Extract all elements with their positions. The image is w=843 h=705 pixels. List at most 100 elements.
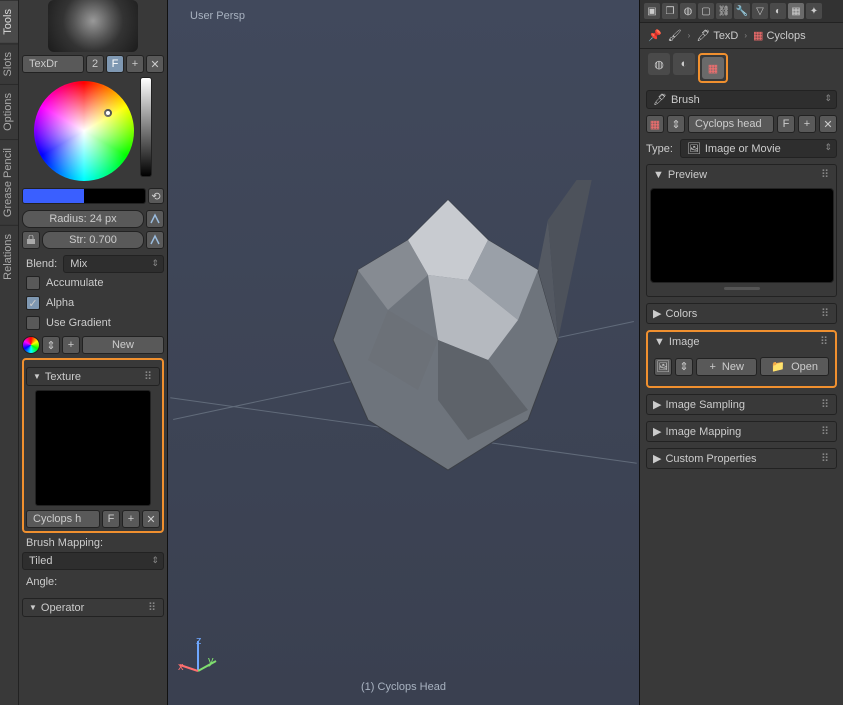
strength-pressure-toggle[interactable] xyxy=(146,231,164,249)
context-brush-icon[interactable]: ▦ xyxy=(702,57,724,79)
mesh-object[interactable] xyxy=(288,180,608,500)
breadcrumb-texd[interactable]: 🖊TexD xyxy=(696,29,738,42)
blend-dropdown[interactable]: Mix xyxy=(63,255,164,273)
brush-add-button[interactable]: + xyxy=(126,55,144,73)
layers-tab-icon[interactable]: ❐ xyxy=(662,3,678,19)
value-slider[interactable] xyxy=(140,77,152,177)
breadcrumb-brush-icon[interactable]: 🖌 xyxy=(668,29,682,42)
texture-section-highlight: ▼ Texture ⠿ Cyclops h F + ✕ xyxy=(22,358,164,533)
accumulate-label: Accumulate xyxy=(46,277,103,289)
3d-viewport[interactable]: User Persp zyx (1) Cyclops Head xyxy=(167,0,640,705)
texture-unlink-button[interactable]: ✕ xyxy=(819,115,837,133)
vtab-options[interactable]: Options xyxy=(0,84,18,139)
context-world-icon[interactable]: ◍ xyxy=(648,53,670,75)
colors-panel-header[interactable]: ▶Colors⠿ xyxy=(647,304,836,323)
radius-pressure-toggle[interactable] xyxy=(146,210,164,228)
particles-tab-icon[interactable]: ✦ xyxy=(806,3,822,19)
palette-add-button[interactable]: + xyxy=(62,336,80,354)
brush-mapping-dropdown[interactable]: Tiled xyxy=(22,552,164,570)
texture-tab-icon[interactable]: ▦ xyxy=(788,3,804,19)
texture-context-highlight: ▦ xyxy=(698,53,728,83)
material-tab-icon[interactable]: ◐ xyxy=(770,3,786,19)
texture-fake-user-toggle[interactable]: F xyxy=(102,510,120,528)
grip-icon[interactable]: ⠿ xyxy=(148,601,157,614)
brush-mapping-label: Brush Mapping: xyxy=(22,533,164,549)
grip-icon[interactable]: ⠿ xyxy=(144,370,153,383)
accumulate-checkbox[interactable] xyxy=(26,276,40,290)
viewport-object-name: (1) Cyclops Head xyxy=(168,681,639,693)
texture-name-field[interactable]: Cyclops h xyxy=(26,510,100,528)
custom-properties-panel-header[interactable]: ▶Custom Properties⠿ xyxy=(647,449,836,468)
blend-label: Blend: xyxy=(22,258,61,270)
tool-tabs: Tools Slots Options Grease Pencil Relati… xyxy=(0,0,19,705)
texture-panel-header[interactable]: ▼ Texture ⠿ xyxy=(26,367,160,386)
image-icon: 🖼 xyxy=(687,142,701,155)
texture-name-input[interactable]: Cyclops head xyxy=(688,115,774,133)
vtab-grease-pencil[interactable]: Grease Pencil xyxy=(0,139,18,225)
object-tab-icon[interactable]: ▢ xyxy=(698,3,714,19)
use-gradient-label: Use Gradient xyxy=(46,317,111,329)
texture-remove-button[interactable]: ✕ xyxy=(142,510,160,528)
brush-users-count[interactable]: 2 xyxy=(86,55,104,73)
vtab-slots[interactable]: Slots xyxy=(0,43,18,84)
alpha-label: Alpha xyxy=(46,297,74,309)
vtab-tools[interactable]: Tools xyxy=(0,0,18,43)
image-new-button[interactable]: +New xyxy=(696,358,757,376)
palette-new-button[interactable]: New xyxy=(82,336,164,354)
swap-colors-button[interactable]: ⟲ xyxy=(148,188,164,204)
brush-icon: 🖊 xyxy=(653,93,667,106)
image-open-button[interactable]: 📁Open xyxy=(760,357,829,376)
image-mapping-panel-header[interactable]: ▶Image Mapping⠿ xyxy=(647,422,836,441)
caret-down-icon: ▼ xyxy=(33,372,41,381)
brush-fake-user-toggle[interactable]: F xyxy=(106,55,124,73)
image-browse-dropdown[interactable]: ⇕ xyxy=(675,358,693,376)
texture-panel-title: Texture xyxy=(45,371,81,383)
caret-down-icon: ▼ xyxy=(29,603,37,612)
texture-fake-user[interactable]: F xyxy=(777,115,795,133)
header-icons: ▣ ❐ ◍ ▢ ⛓ 🔧 ▽ ◐ ▦ ✦ xyxy=(640,0,843,23)
pin-icon[interactable]: 📌 xyxy=(648,29,662,42)
color-wheel[interactable] xyxy=(34,81,134,181)
texture-add-button[interactable]: + xyxy=(122,510,140,528)
modifiers-tab-icon[interactable]: 🔧 xyxy=(734,3,750,19)
image-section-highlight: ▼Image⠿ 🖼 ⇕ +New 📁Open xyxy=(646,330,837,388)
use-gradient-checkbox[interactable] xyxy=(26,316,40,330)
palette-icon[interactable] xyxy=(22,336,40,354)
brush-preview[interactable] xyxy=(48,0,138,52)
alpha-checkbox[interactable]: ✓ xyxy=(26,296,40,310)
strength-lock-icon[interactable] xyxy=(22,231,40,249)
texture-browse-dropdown[interactable]: ⇕ xyxy=(667,115,685,133)
axis-gizmo: zyx xyxy=(178,635,218,675)
brush-datablock-label: Brush xyxy=(671,94,700,106)
image-panel-header[interactable]: ▼Image⠿ xyxy=(648,332,835,351)
texture-type-dropdown[interactable]: 🖼 Image or Movie xyxy=(680,139,837,158)
palette-browse-icon[interactable]: ⇕ xyxy=(42,336,60,354)
view-label: User Persp xyxy=(190,10,245,22)
texture-preview[interactable] xyxy=(35,390,151,506)
type-label: Type: xyxy=(646,143,677,155)
radius-slider[interactable]: Radius: 24 px xyxy=(22,210,144,228)
world-tab-icon[interactable]: ◍ xyxy=(680,3,696,19)
breadcrumb: 📌 🖌 › 🖊TexD › ▦Cyclops xyxy=(640,23,843,49)
data-tab-icon[interactable]: ▽ xyxy=(752,3,768,19)
operator-panel-header[interactable]: ▼ Operator ⠿ xyxy=(22,598,164,617)
brush-datablock-dropdown[interactable]: 🖊 Brush xyxy=(646,90,837,109)
angle-label: Angle: xyxy=(22,570,164,594)
color-swatch[interactable] xyxy=(22,188,146,204)
breadcrumb-cyclops[interactable]: ▦Cyclops xyxy=(753,29,806,42)
preview-panel-header[interactable]: ▼Preview⠿ xyxy=(647,165,836,184)
brush-remove-button[interactable]: ✕ xyxy=(146,55,164,73)
texture-new-button[interactable]: + xyxy=(798,115,816,133)
texture-preview-box[interactable] xyxy=(650,188,834,283)
constraints-tab-icon[interactable]: ⛓ xyxy=(716,3,732,19)
resize-handle[interactable] xyxy=(724,287,760,290)
texture-browse-icon[interactable]: ▦ xyxy=(646,115,664,133)
image-browse-icon[interactable]: 🖼 xyxy=(654,358,672,376)
render-tab-icon[interactable]: ▣ xyxy=(644,3,660,19)
context-material-icon[interactable]: ◐ xyxy=(673,53,695,75)
vtab-relations[interactable]: Relations xyxy=(0,225,18,288)
image-sampling-panel-header[interactable]: ▶Image Sampling⠿ xyxy=(647,395,836,414)
texture-context-bar: ◍ ◐ ▦ xyxy=(640,49,843,87)
brush-name-field[interactable]: TexDr xyxy=(22,55,84,73)
strength-slider[interactable]: Str: 0.700 xyxy=(42,231,144,249)
